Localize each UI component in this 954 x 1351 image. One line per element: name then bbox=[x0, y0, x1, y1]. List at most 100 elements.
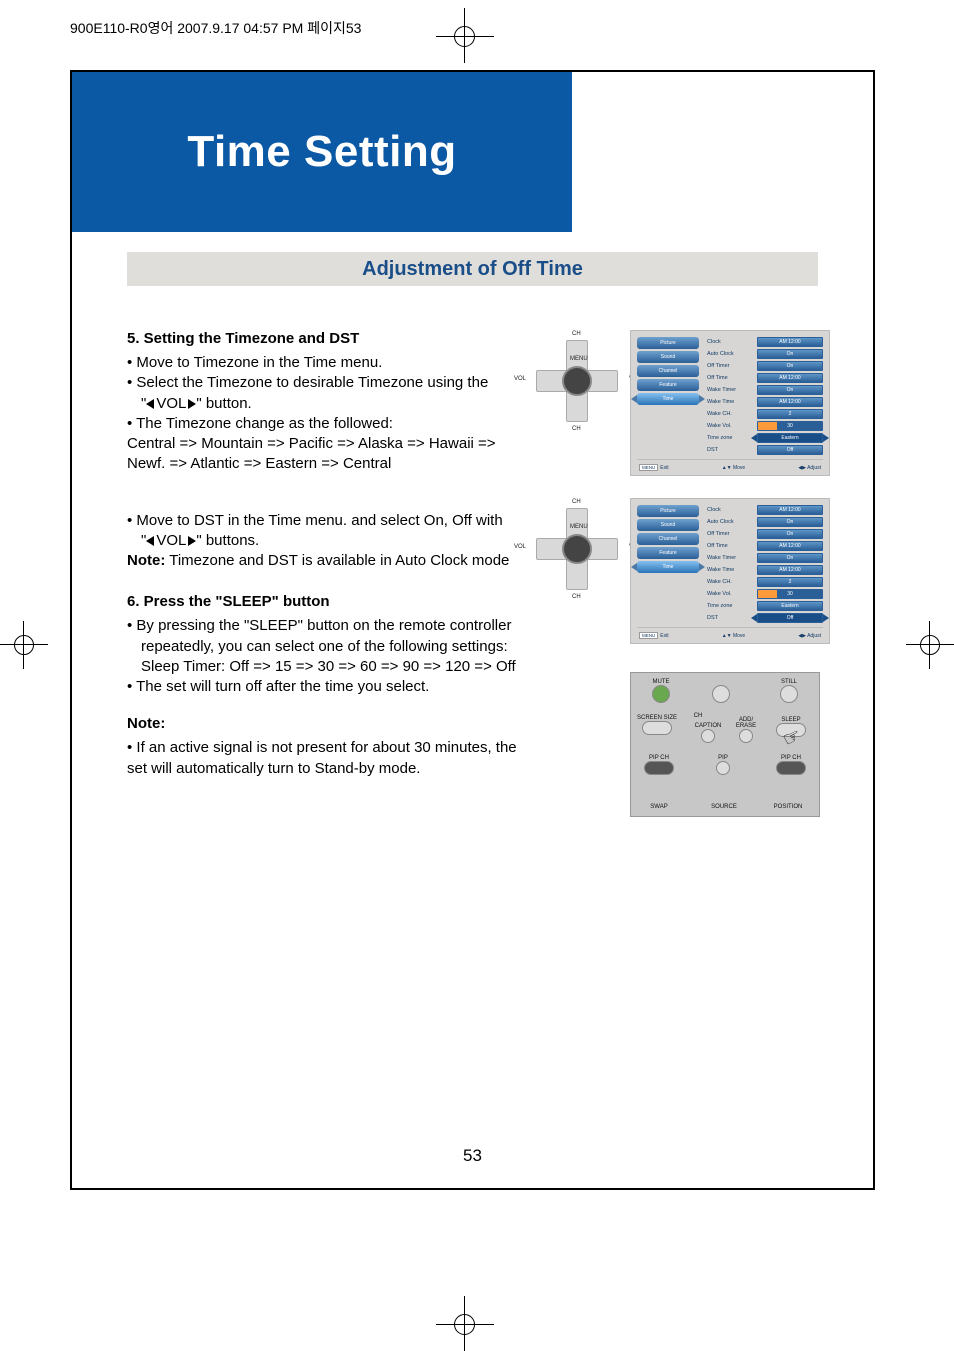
osd-key: Wake Time bbox=[707, 399, 757, 405]
osd-row: Off TimeAM 12:00 bbox=[707, 541, 823, 551]
figure-dpad-2: CH CH VOL VOL MENU bbox=[530, 502, 625, 597]
osd-row: Off TimerOn bbox=[707, 361, 823, 371]
osd-tab: Sound bbox=[637, 519, 699, 531]
osd-row: ClockAM 12:00 bbox=[707, 337, 823, 347]
osd-value: AM 12:00 bbox=[757, 337, 823, 347]
osd-row: Wake CH.2 bbox=[707, 409, 823, 419]
osd-value: Eastern bbox=[757, 433, 823, 443]
osd-value: On bbox=[757, 385, 823, 395]
remote-pip-ch-left: PIP CH bbox=[639, 755, 679, 775]
page: 900E110-R0영어 2007.9.17 04:57 PM 페이지53 Ti… bbox=[0, 0, 954, 1351]
dpad-ch-up: CH bbox=[572, 331, 581, 337]
remote-ch-up bbox=[701, 685, 741, 703]
page-title: Time Setting bbox=[187, 127, 456, 177]
dpad-ch-up: CH bbox=[572, 499, 581, 505]
registration-mark-top bbox=[430, 8, 500, 63]
osd-row: Wake TimeAM 12:00 bbox=[707, 565, 823, 575]
osd-key: Wake CH. bbox=[707, 411, 757, 417]
osd-value: On bbox=[757, 361, 823, 371]
osd-tab: Time bbox=[637, 561, 699, 573]
osd-footer: MENU Exit▲▼ Move◀▶ Adjust bbox=[637, 459, 823, 471]
remote-pip: PIP bbox=[703, 755, 743, 775]
osd-value: Off bbox=[757, 445, 823, 455]
osd-value: AM 12:00 bbox=[757, 541, 823, 551]
osd-value: 2 bbox=[757, 409, 823, 419]
remote-screen-size: SCREEN SIZE bbox=[637, 715, 677, 735]
osd-row: DSTOff bbox=[707, 445, 823, 455]
remote-source: SOURCE bbox=[699, 804, 749, 810]
remote-position: POSITION bbox=[763, 804, 813, 810]
dpad-ch-down: CH bbox=[572, 426, 581, 432]
osd-value: On bbox=[757, 529, 823, 539]
quote-close: " buttons. bbox=[196, 532, 259, 549]
osd-value: On bbox=[757, 553, 823, 563]
osd-key: Clock bbox=[707, 339, 757, 345]
remote-still: STILL bbox=[769, 679, 809, 703]
osd-key: Off Timer bbox=[707, 531, 757, 537]
remote-swap: SWAP bbox=[639, 804, 679, 810]
osd-row: Wake Vol.30 bbox=[707, 589, 823, 599]
osd-tab: Time bbox=[637, 393, 699, 405]
osd-tab: Channel bbox=[637, 365, 699, 377]
osd-row: Wake Vol.30 bbox=[707, 421, 823, 431]
osd-tab: Picture bbox=[637, 337, 699, 349]
osd-tab: Picture bbox=[637, 505, 699, 517]
vol-label: VOL bbox=[156, 395, 186, 412]
osd-key: DST bbox=[707, 615, 757, 621]
osd-row: Wake CH.2 bbox=[707, 577, 823, 587]
osd-key: Wake Timer bbox=[707, 555, 757, 561]
dpad-vol-left: VOL bbox=[514, 544, 526, 550]
dpad-menu: MENU bbox=[570, 356, 588, 362]
osd-key: Time zone bbox=[707, 435, 757, 441]
osd-value: Off bbox=[757, 613, 823, 623]
note-label: Note: bbox=[127, 552, 165, 569]
page-number: 53 bbox=[72, 1146, 873, 1166]
osd-tab: Feature bbox=[637, 379, 699, 391]
remote-caption: CAPTION bbox=[693, 723, 723, 743]
registration-mark-right bbox=[906, 621, 954, 669]
remote-mute: MUTE bbox=[641, 679, 681, 703]
osd-value: AM 12:00 bbox=[757, 505, 823, 515]
registration-mark-left bbox=[0, 621, 48, 669]
osd-key: Off Timer bbox=[707, 363, 757, 369]
content-frame: Time Setting Adjustment of Off Time 5. S… bbox=[70, 70, 875, 1190]
dpad-vol-left: VOL bbox=[514, 376, 526, 382]
dpad-ch-down: CH bbox=[572, 594, 581, 600]
osd-row: Off TimerOn bbox=[707, 529, 823, 539]
registration-mark-bottom bbox=[430, 1296, 500, 1351]
title-block: Time Setting bbox=[72, 72, 572, 232]
osd-key: Wake Vol. bbox=[707, 423, 757, 429]
figure-dpad-1: CH CH VOL VOL MENU bbox=[530, 334, 625, 429]
osd-row: ClockAM 12:00 bbox=[707, 505, 823, 515]
section-heading: Adjustment of Off Time bbox=[362, 258, 583, 281]
osd-key: Clock bbox=[707, 507, 757, 513]
osd-key: Off Time bbox=[707, 543, 757, 549]
osd-tab: Channel bbox=[637, 533, 699, 545]
osd-row: Auto ClockOn bbox=[707, 517, 823, 527]
print-header: 900E110-R0영어 2007.9.17 04:57 PM 페이지53 bbox=[70, 18, 361, 38]
osd-row: Auto ClockOn bbox=[707, 349, 823, 359]
osd-key: DST bbox=[707, 447, 757, 453]
osd-row: DSTOff bbox=[707, 613, 823, 623]
osd-key: Off Time bbox=[707, 375, 757, 381]
osd-row: Wake TimerOn bbox=[707, 553, 823, 563]
osd-row: Time zoneEastern bbox=[707, 601, 823, 611]
osd-key: Wake Time bbox=[707, 567, 757, 573]
osd-value: Eastern bbox=[757, 601, 823, 611]
vol-label: VOL bbox=[156, 532, 186, 549]
section-bar: Adjustment of Off Time bbox=[127, 252, 818, 286]
osd-row: Off TimeAM 12:00 bbox=[707, 373, 823, 383]
quote-close: " button. bbox=[196, 395, 251, 412]
osd-value: AM 12:00 bbox=[757, 565, 823, 575]
figure-remote: MUTE STILL SCREEN SIZE CH CAPTION ADD/ E… bbox=[630, 672, 820, 817]
arrow-left-icon bbox=[146, 399, 154, 409]
osd-tab: Sound bbox=[637, 351, 699, 363]
osd-key: Time zone bbox=[707, 603, 757, 609]
osd-value: AM 12:00 bbox=[757, 373, 823, 383]
remote-pip-ch-right: PIP CH bbox=[771, 755, 811, 775]
figure-osd-timezone: PictureSoundChannelFeatureTimeClockAM 12… bbox=[630, 330, 830, 476]
osd-footer: MENU Exit▲▼ Move◀▶ Adjust bbox=[637, 627, 823, 639]
osd-value: 30 bbox=[757, 421, 823, 431]
osd-value: On bbox=[757, 517, 823, 527]
osd-key: Auto Clock bbox=[707, 351, 757, 357]
